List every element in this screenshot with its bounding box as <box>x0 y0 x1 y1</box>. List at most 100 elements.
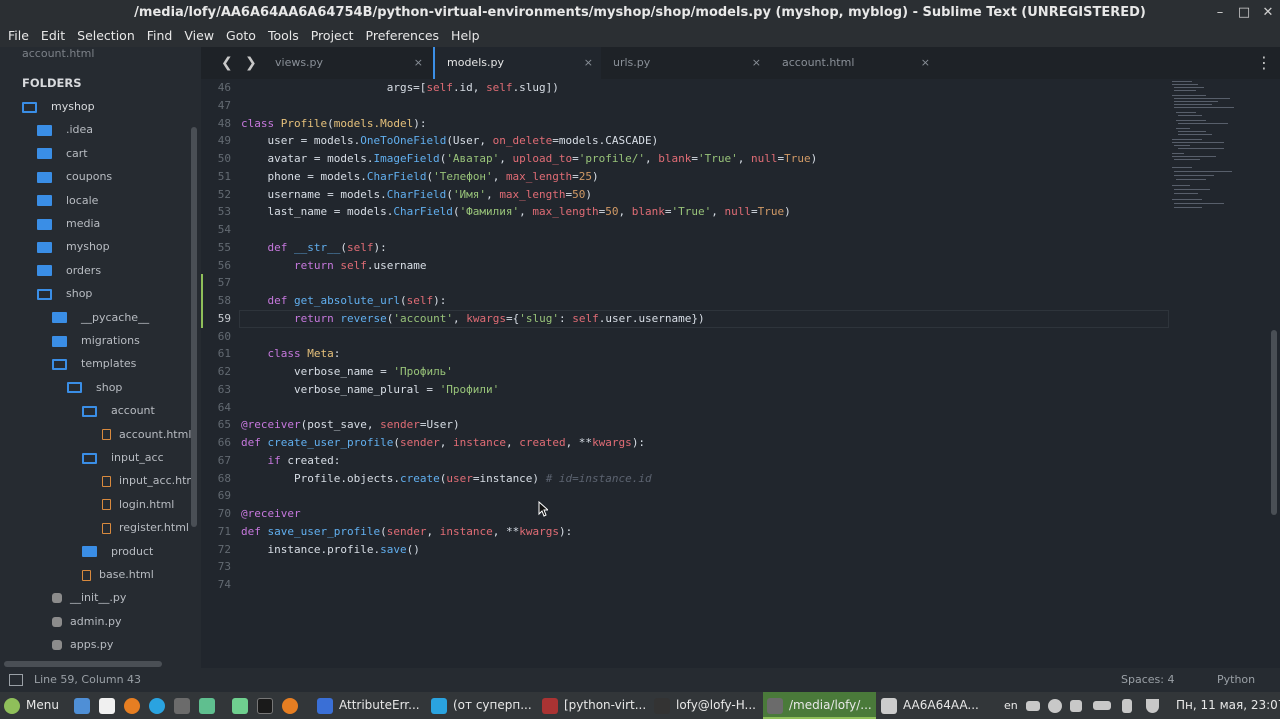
forward-arrow-icon[interactable]: ❯ <box>245 47 257 79</box>
code-line[interactable]: def save_user_profile(sender, instance, … <box>241 523 572 541</box>
code-line[interactable]: class Meta: <box>241 345 341 363</box>
code-line[interactable]: username = models.CharField('Имя', max_l… <box>241 186 592 204</box>
code-line[interactable]: def create_user_profile(sender, instance… <box>241 434 645 452</box>
code-line[interactable]: args=[self.id, self.slug]) <box>241 79 559 97</box>
start-menu-button[interactable]: Menu <box>4 692 59 719</box>
tab-account-html[interactable]: account.html × <box>770 47 938 79</box>
back-arrow-icon[interactable]: ❮ <box>221 47 233 79</box>
telegram-launcher-icon[interactable] <box>149 692 171 719</box>
code-line[interactable]: user = models.OneToOneField(User, on_del… <box>241 132 658 150</box>
firefox-launcher-icon[interactable] <box>124 692 146 719</box>
taskbar-window[interactable]: (от суперп... <box>427 692 536 719</box>
tab-close-icon[interactable]: × <box>752 47 761 79</box>
tree-item[interactable]: input_acc <box>82 446 164 469</box>
terminal-launcher-icon[interactable] <box>257 692 279 719</box>
tree-item[interactable]: account.html <box>102 423 191 446</box>
sublime-launcher-icon[interactable] <box>174 692 196 719</box>
close-button[interactable]: ✕ <box>1258 0 1278 25</box>
tab-close-icon[interactable]: × <box>584 47 593 79</box>
code-line[interactable]: instance.profile.save() <box>241 541 419 559</box>
code-line[interactable]: verbose_name = 'Профиль' <box>241 363 453 381</box>
code-line[interactable]: Profile.objects.create(user=instance) # … <box>241 470 652 488</box>
tree-item[interactable]: register.html <box>102 516 189 539</box>
tab-close-icon[interactable]: × <box>414 47 423 79</box>
volume-icon[interactable] <box>1070 692 1088 719</box>
shield-icon[interactable] <box>1146 692 1165 719</box>
menu-preferences[interactable]: Preferences <box>360 25 446 47</box>
menu-find[interactable]: Find <box>141 25 179 47</box>
tree-item[interactable]: coupons <box>37 165 112 188</box>
code-line[interactable]: @receiver <box>241 505 301 523</box>
menu-help[interactable]: Help <box>445 25 486 47</box>
firefox2-launcher-icon[interactable] <box>282 692 304 719</box>
code-line[interactable]: return self.username <box>241 257 426 275</box>
tree-item[interactable]: shop <box>37 282 92 305</box>
tree-item[interactable]: base.html <box>82 563 154 586</box>
code-line[interactable]: return reverse('account', kwargs={'slug'… <box>241 310 705 328</box>
minimize-button[interactable]: – <box>1210 0 1230 25</box>
code-line[interactable]: verbose_name_plural = 'Профили' <box>241 381 499 399</box>
menu-project[interactable]: Project <box>305 25 360 47</box>
code-line[interactable]: if created: <box>241 452 341 470</box>
tree-item[interactable]: myshop <box>37 235 110 258</box>
tree-item[interactable]: __pycache__ <box>52 306 149 329</box>
taskbar-window[interactable]: /media/lofy/... <box>763 692 876 719</box>
tab-views-py[interactable]: views.py × <box>263 47 431 79</box>
tree-item[interactable]: .idea <box>37 118 93 141</box>
code-line[interactable]: last_name = models.CharField('Фамилия', … <box>241 203 790 221</box>
tree-item[interactable]: myshop <box>22 95 95 118</box>
code-line[interactable]: class Profile(models.Model): <box>241 115 426 133</box>
app-launcher-icon[interactable] <box>232 692 254 719</box>
files-launcher-icon[interactable] <box>99 692 121 719</box>
taskbar-window[interactable]: AA6A64AA... <box>877 692 983 719</box>
tree-item[interactable]: product <box>82 540 153 563</box>
maximize-button[interactable]: □ <box>1234 0 1254 25</box>
keyboard-layout[interactable]: en <box>1004 692 1018 719</box>
tree-item[interactable]: templates <box>52 352 136 375</box>
tree-item[interactable]: apps.py <box>52 633 113 656</box>
syntax-selector[interactable]: Python <box>1217 668 1255 692</box>
sidebar-open-file[interactable]: account.html <box>22 48 94 60</box>
browser-launcher-icon[interactable] <box>74 692 96 719</box>
minimap[interactable] <box>1170 79 1270 219</box>
menu-view[interactable]: View <box>178 25 220 47</box>
tree-item[interactable]: account <box>82 399 155 422</box>
sidebar-horizontal-scrollbar[interactable] <box>4 661 162 667</box>
panel-toggle-icon[interactable] <box>9 674 23 686</box>
menu-selection[interactable]: Selection <box>71 25 141 47</box>
tree-item[interactable]: input_acc.htm <box>102 469 197 492</box>
menu-goto[interactable]: Goto <box>220 25 262 47</box>
code-line[interactable]: @receiver(post_save, sender=User) <box>241 416 460 434</box>
clock[interactable]: Пн, 11 мая, 23:07 <box>1176 692 1280 719</box>
tree-item[interactable]: locale <box>37 189 98 212</box>
indentation-setting[interactable]: Spaces: 4 <box>1121 668 1174 692</box>
tree-item[interactable]: migrations <box>52 329 140 352</box>
network-icon[interactable] <box>1026 692 1046 719</box>
code-line[interactable]: def __str__(self): <box>241 239 387 257</box>
taskbar-window[interactable]: lofy@lofy-H... <box>650 692 760 719</box>
tree-item[interactable]: shop <box>67 376 122 399</box>
taskbar-window[interactable]: [python-virt... <box>538 692 650 719</box>
bluetooth-icon[interactable] <box>1122 692 1138 719</box>
tree-item[interactable]: login.html <box>102 493 174 516</box>
battery-icon[interactable] <box>1093 692 1117 719</box>
tree-item[interactable]: admin.py <box>52 610 121 633</box>
tree-item[interactable]: media <box>37 212 100 235</box>
tab-close-icon[interactable]: × <box>921 47 930 79</box>
menu-tools[interactable]: Tools <box>262 25 305 47</box>
tree-item[interactable]: cart <box>37 142 88 165</box>
taskbar-window[interactable]: AttributeErr... <box>313 692 424 719</box>
editor-scrollbar[interactable] <box>1271 330 1277 515</box>
tab-urls-py[interactable]: urls.py × <box>601 47 769 79</box>
more-menu-icon[interactable]: ⋮ <box>1256 47 1272 79</box>
tree-item[interactable]: __init__.py <box>52 586 126 609</box>
code-line[interactable]: phone = models.CharField('Телефон', max_… <box>241 168 598 186</box>
sidebar-scrollbar[interactable] <box>191 127 197 527</box>
menu-edit[interactable]: Edit <box>35 25 71 47</box>
menu-file[interactable]: File <box>0 25 35 47</box>
tab-models-py[interactable]: models.py × <box>433 47 601 79</box>
folder-launcher-icon[interactable] <box>199 692 221 719</box>
code-line[interactable]: avatar = models.ImageField('Аватар', upl… <box>241 150 817 168</box>
code-editor[interactable]: 46 args=[self.id, self.slug]) 47 48 class P… <box>201 79 1280 668</box>
code-line[interactable]: def get_absolute_url(self): <box>241 292 447 310</box>
